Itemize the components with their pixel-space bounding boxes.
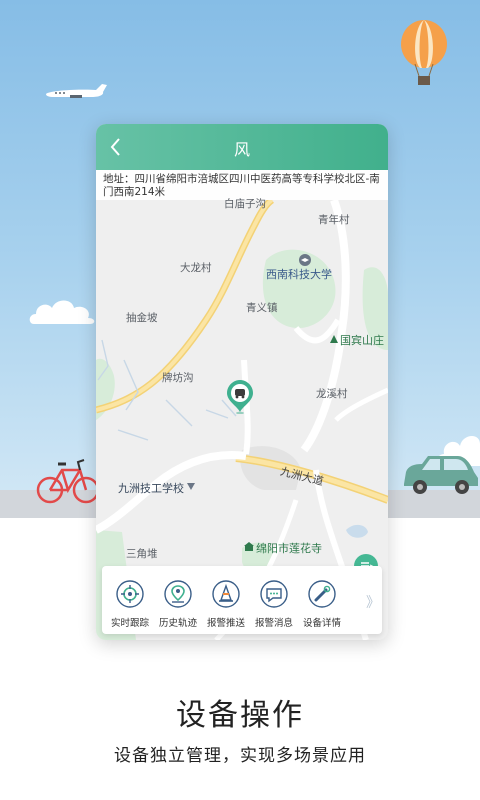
- resort-icon: [330, 335, 338, 343]
- device-detail-button[interactable]: 设备详情: [298, 580, 346, 629]
- cloud-left-icon: [29, 300, 95, 324]
- device-action-toolbar: 实时跟踪 历史轨迹 报警推送 报警消息 设备详情 》: [102, 566, 382, 634]
- map-label: 绵阳市莲花寺: [256, 542, 322, 555]
- tool-label: 报警推送: [206, 618, 245, 629]
- feature-headline: 设备操作: [176, 698, 304, 733]
- more-tools-arrow[interactable]: 》: [366, 592, 380, 612]
- alarm-message-button[interactable]: 报警消息: [250, 580, 298, 629]
- device-detail-icon: [308, 580, 336, 608]
- map-label: 龙溪村: [316, 388, 348, 400]
- map-label: 白庙子沟: [224, 198, 266, 210]
- alarm-message-icon: [260, 580, 288, 608]
- feature-subline: 设备独立管理，实现多场景应用: [114, 746, 366, 766]
- temple-icon: [244, 542, 254, 551]
- tool-label: 历史轨迹: [158, 618, 197, 629]
- map-label: 青义镇: [246, 302, 278, 314]
- app-header: 风: [96, 124, 388, 170]
- hot-air-balloon-icon: [401, 20, 447, 85]
- car-icon: [404, 456, 478, 494]
- map-label: 大龙村: [180, 262, 212, 274]
- school-icon: [187, 483, 195, 490]
- vehicle-location-pin-icon[interactable]: [227, 380, 253, 414]
- airplane-icon: [46, 84, 107, 98]
- history-track-button[interactable]: 历史轨迹: [154, 580, 202, 629]
- tool-label: 报警消息: [254, 618, 293, 629]
- map-label: 国宾山庄: [340, 334, 384, 347]
- map-label: 抽金坡: [126, 312, 158, 324]
- map-label: 三角堆: [126, 548, 158, 560]
- realtime-tracking-button[interactable]: 实时跟踪: [106, 580, 154, 629]
- map-label: 牌坊沟: [162, 372, 194, 384]
- map-label: 青年村: [318, 214, 350, 226]
- map-label: 九洲技工学校: [118, 482, 184, 495]
- history-track-icon: [164, 580, 192, 608]
- bicycle-icon: [36, 459, 100, 504]
- alarm-push-button[interactable]: 报警推送: [202, 580, 250, 629]
- map-label: 西南科技大学: [266, 268, 332, 281]
- app-screen-card: 风 地址：四川省绵阳市涪城区四川中医药高等专科学校北区-南门西南214米 白庙子…: [96, 124, 388, 640]
- page-title: 风: [233, 140, 250, 159]
- university-icon: [299, 254, 311, 266]
- tool-label: 设备详情: [302, 618, 341, 629]
- alarm-cone-icon: [212, 580, 240, 608]
- tool-label: 实时跟踪: [110, 618, 149, 629]
- realtime-tracking-icon: [116, 580, 144, 608]
